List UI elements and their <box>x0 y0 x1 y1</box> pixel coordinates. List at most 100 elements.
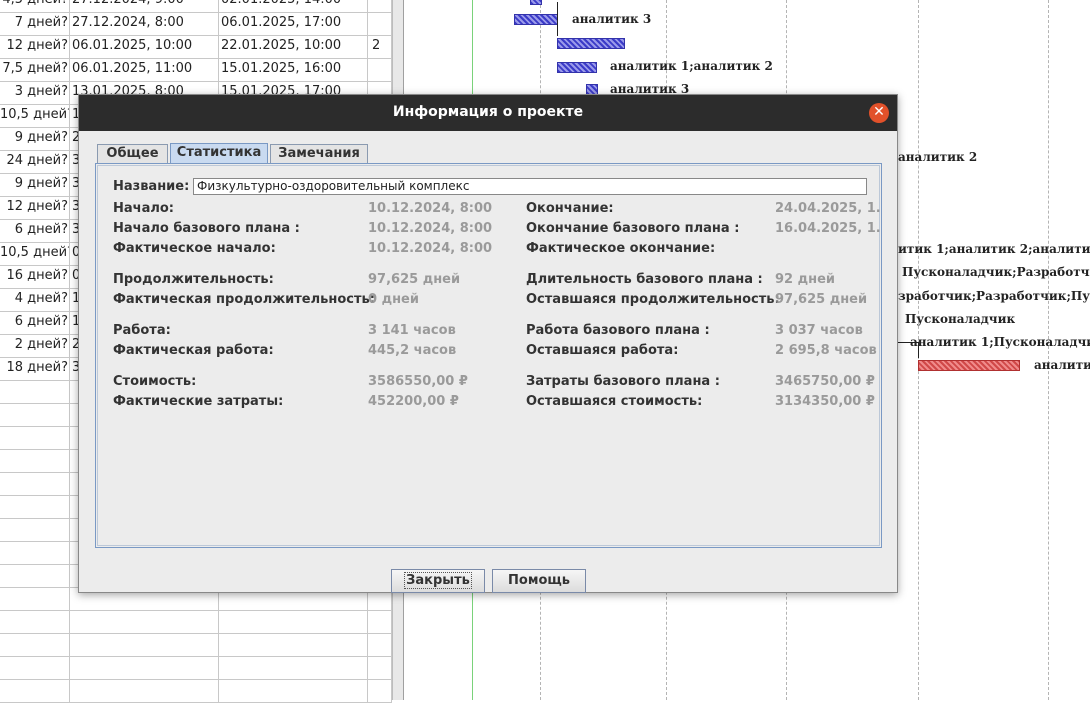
table-cell[interactable] <box>0 656 70 679</box>
table-cell[interactable]: 7 дней? <box>0 12 70 35</box>
table-cell[interactable]: 16 дней? <box>0 265 70 288</box>
table-cell[interactable] <box>0 472 70 495</box>
table-cell[interactable] <box>0 541 70 564</box>
table-cell[interactable]: 10,5 дней? <box>0 242 70 265</box>
table-cell[interactable] <box>0 564 70 587</box>
table-cell[interactable] <box>0 679 70 702</box>
table-cell[interactable] <box>368 633 392 656</box>
table-cell[interactable]: 6 дней? <box>0 311 70 334</box>
base-duration-label: Длительность базового плана : <box>526 272 763 287</box>
table-cell[interactable]: 9 дней? <box>0 173 70 196</box>
table-cell[interactable]: 2 дней? <box>0 334 70 357</box>
gantt-resource-label: зработчик;Разработчик;Пуск <box>898 289 1090 303</box>
end-label: Окончание: <box>526 201 614 216</box>
tab-remarks[interactable]: Замечания <box>270 144 368 163</box>
table-cell[interactable] <box>70 656 219 679</box>
duration-value: 97,625 дней <box>368 272 461 287</box>
table-cell[interactable] <box>368 656 392 679</box>
table-cell[interactable] <box>219 656 368 679</box>
actual-duration-value: 0 дней <box>368 292 419 307</box>
dialog-titlebar[interactable]: Информация о проекте ✕ <box>79 95 897 131</box>
project-name-field[interactable]: Физкультурно-оздоровительный комплекс <box>193 178 867 195</box>
table-cell[interactable] <box>368 679 392 702</box>
table-cell[interactable] <box>368 58 392 81</box>
table-cell[interactable]: 15.01.2025, 16:00 <box>219 58 368 81</box>
table-cell[interactable]: 27.12.2024, 9:00 <box>70 0 219 12</box>
table-cell[interactable] <box>70 610 219 633</box>
table-cell[interactable] <box>0 380 70 403</box>
table-row[interactable]: 12 дней? 06.01.2025, 10:00 22.01.2025, 10:… <box>0 35 392 59</box>
base-duration-value: 92 дней <box>775 272 836 287</box>
tab-statistics[interactable]: Статистика <box>170 143 268 163</box>
table-cell[interactable]: 18 дней? <box>0 357 70 380</box>
base-cost-label: Затраты базового плана : <box>526 374 720 389</box>
close-icon[interactable]: ✕ <box>869 103 889 123</box>
actual-end-label: Фактическое окончание: <box>526 241 716 256</box>
end-value: 24.04.2025, 1... <box>775 201 881 216</box>
table-cell[interactable]: 06.01.2025, 10:00 <box>70 35 219 58</box>
table-cell[interactable]: 06.01.2025, 11:00 <box>70 58 219 81</box>
table-row[interactable]: 7 дней? 27.12.2024, 8:00 06.01.2025, 17:00 <box>0 12 392 36</box>
table-cell[interactable] <box>368 0 392 12</box>
table-cell[interactable] <box>0 610 70 633</box>
table-cell[interactable]: 02.01.2025, 14:00 <box>219 0 368 12</box>
tab-general[interactable]: Общее <box>97 144 168 163</box>
actual-duration-label: Фактическая продолжительность: <box>113 292 375 307</box>
table-cell[interactable]: 2 <box>368 35 392 58</box>
actual-work-label: Фактическая работа: <box>113 343 274 358</box>
close-button-label: Закрыть <box>404 572 472 589</box>
table-cell[interactable] <box>219 610 368 633</box>
gantt-task-bar[interactable] <box>514 14 558 25</box>
table-cell[interactable] <box>0 587 70 610</box>
remaining-cost-value: 3134350,00 ₽ <box>775 394 875 409</box>
gantt-resource-label: Пусконаладчик;Разработчик; <box>902 265 1090 279</box>
table-cell[interactable] <box>0 403 70 426</box>
table-cell[interactable] <box>0 518 70 541</box>
table-cell[interactable] <box>70 679 219 702</box>
table-row[interactable] <box>0 633 392 657</box>
gantt-task-bar[interactable] <box>557 62 597 73</box>
table-cell[interactable]: 22.01.2025, 10:00 <box>219 35 368 58</box>
table-cell[interactable]: 12 дней? <box>0 35 70 58</box>
gantt-resource-label: аналитик <box>1034 358 1090 372</box>
work-value: 3 141 часов <box>368 323 456 338</box>
table-cell[interactable]: 06.01.2025, 17:00 <box>219 12 368 35</box>
table-cell[interactable] <box>70 633 219 656</box>
gantt-task-bar[interactable] <box>557 38 625 49</box>
table-cell[interactable]: 3 дней? <box>0 81 70 104</box>
gantt-resource-label: аналитик 1;аналитик 2 <box>610 59 773 73</box>
gantt-task-bar[interactable] <box>530 0 542 5</box>
actual-cost-value: 452200,00 ₽ <box>368 394 459 409</box>
table-cell[interactable]: 24 дней? <box>0 150 70 173</box>
table-cell[interactable] <box>0 495 70 518</box>
table-cell[interactable]: 4,5 дней? <box>0 0 70 12</box>
table-cell[interactable]: 4 дней? <box>0 288 70 311</box>
table-cell[interactable]: 9 дней? <box>0 127 70 150</box>
table-row[interactable]: 7,5 дней? 06.01.2025, 11:00 15.01.2025, 16… <box>0 58 392 82</box>
table-cell[interactable]: 10,5 дней? <box>0 104 70 127</box>
project-info-dialog: Информация о проекте ✕ Общее Статистика … <box>78 94 898 593</box>
gantt-resource-label: аналитик 2 <box>898 150 978 164</box>
table-row[interactable] <box>0 656 392 680</box>
remaining-work-value: 2 695,8 часов <box>775 343 877 358</box>
table-row[interactable] <box>0 610 392 634</box>
close-button[interactable]: Закрыть <box>391 569 485 593</box>
cost-label: Стоимость: <box>113 374 197 389</box>
table-cell[interactable] <box>0 426 70 449</box>
gantt-dependency-arrow <box>557 2 558 36</box>
table-cell[interactable] <box>0 633 70 656</box>
help-button[interactable]: Помощь <box>492 569 586 593</box>
table-cell[interactable] <box>368 12 392 35</box>
gantt-resource-label: Пусконаладчик <box>905 312 1016 326</box>
table-row[interactable] <box>0 679 392 703</box>
gantt-task-bar-critical[interactable] <box>918 360 1020 371</box>
table-cell[interactable] <box>0 449 70 472</box>
table-cell[interactable]: 27.12.2024, 8:00 <box>70 12 219 35</box>
table-cell[interactable]: 12 дней? <box>0 196 70 219</box>
remaining-duration-label: Оставшаяся продолжительность: <box>526 292 780 307</box>
table-cell[interactable] <box>219 679 368 702</box>
table-cell[interactable] <box>368 610 392 633</box>
table-cell[interactable]: 7,5 дней? <box>0 58 70 81</box>
table-cell[interactable]: 6 дней? <box>0 219 70 242</box>
table-cell[interactable] <box>219 633 368 656</box>
